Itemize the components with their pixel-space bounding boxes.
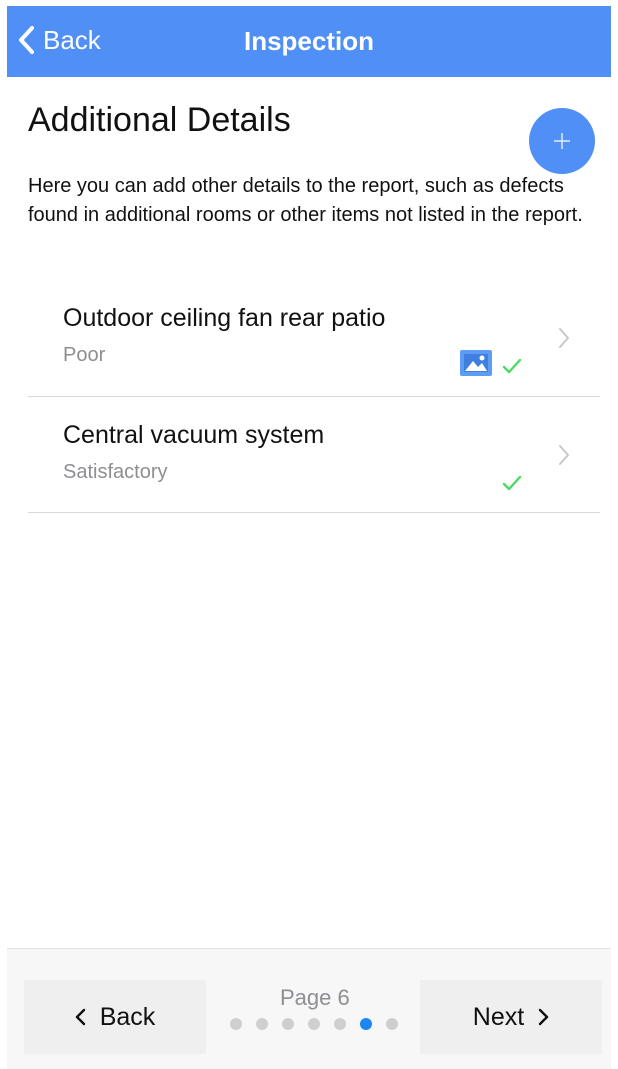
nav-title: Inspection [243, 26, 374, 56]
footer-next-button[interactable]: Next [420, 980, 602, 1054]
page-dot[interactable] [334, 1018, 346, 1030]
page-dot-active[interactable] [360, 1018, 372, 1030]
page-dot[interactable] [386, 1018, 398, 1030]
page-indicator-label: Page 6 [280, 985, 350, 1010]
photo-icon [460, 350, 492, 376]
item-name: Central vacuum system [63, 421, 325, 449]
page-dot[interactable] [282, 1018, 294, 1030]
page-dot[interactable] [308, 1018, 320, 1030]
item-status: Poor [63, 344, 106, 366]
checkmark-icon [502, 475, 522, 491]
checkmark-icon [502, 358, 522, 374]
nav-bar: Back Inspection [7, 6, 611, 77]
chevron-right-icon [559, 328, 569, 348]
list-divider [28, 512, 600, 513]
list-item[interactable]: Central vacuum system Satisfactory [28, 396, 600, 513]
item-status: Satisfactory [63, 461, 168, 483]
chevron-right-icon [559, 445, 569, 465]
chevron-right-icon [539, 1008, 549, 1026]
page-dot[interactable] [230, 1018, 242, 1030]
page-dots [230, 1018, 398, 1030]
pager-bar: Back Page 6 Next [7, 948, 611, 1069]
footer-next-label: Next [472, 1002, 525, 1031]
footer-back-button[interactable]: Back [24, 980, 206, 1054]
item-name: Outdoor ceiling fan rear patio [63, 304, 386, 332]
plus-icon [554, 133, 570, 149]
add-detail-button[interactable] [529, 108, 595, 174]
page-title: Additional Details [28, 101, 291, 139]
footer-back-label: Back [99, 1002, 156, 1031]
list-item[interactable]: Outdoor ceiling fan rear patio Poor [28, 280, 600, 396]
page-dot[interactable] [256, 1018, 268, 1030]
chevron-left-icon [75, 1008, 85, 1026]
page-description: Here you can add other details to the re… [28, 175, 583, 226]
details-list: Outdoor ceiling fan rear patio Poor Cent… [28, 280, 600, 513]
